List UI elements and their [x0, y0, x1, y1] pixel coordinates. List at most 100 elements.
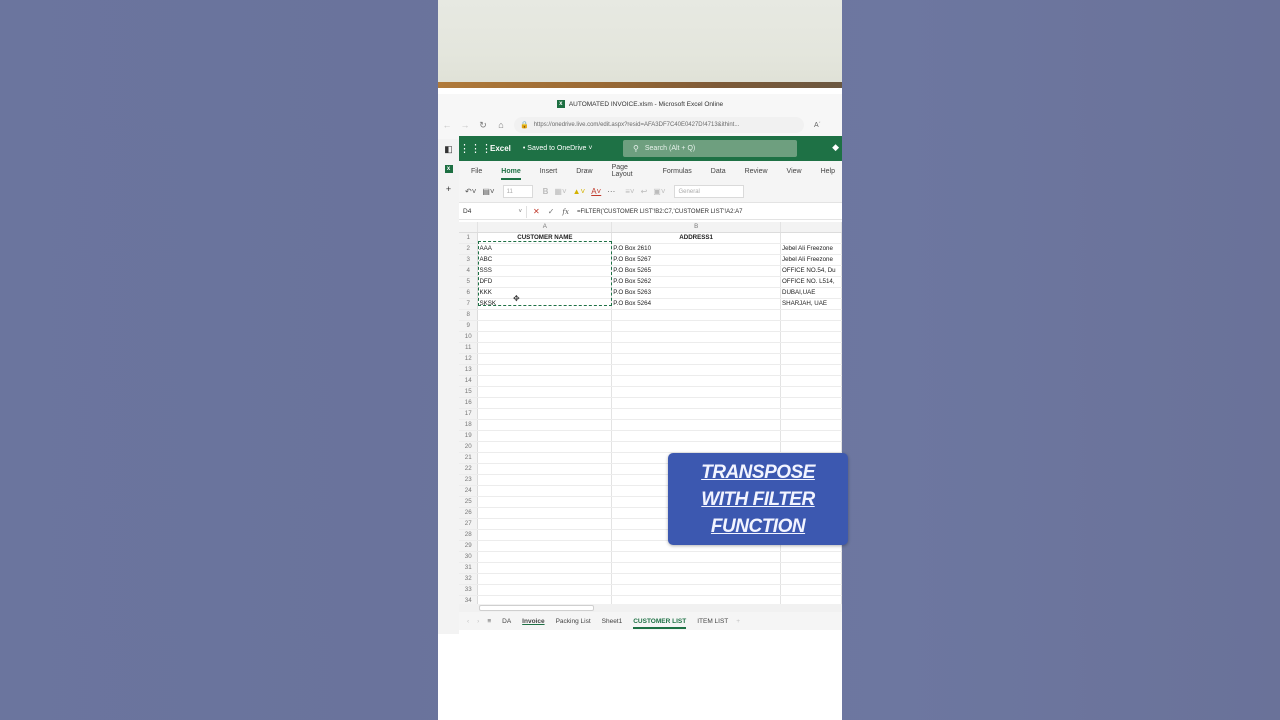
- data-cell[interactable]: Jebel Ali Freezone: [780, 243, 842, 255]
- empty-cell[interactable]: [477, 573, 613, 585]
- cell-table[interactable]: A B 1 CUSTOMER NAME ADDRESS1 2 AAA P.O Box 2610…: [459, 222, 842, 604]
- font-size-select[interactable]: 11: [502, 185, 533, 198]
- empty-cell[interactable]: [477, 584, 613, 596]
- row-header[interactable]: 33: [459, 584, 479, 596]
- empty-cell[interactable]: [477, 507, 613, 519]
- horizontal-scrollbar[interactable]: [459, 604, 842, 612]
- tab-panel-icon[interactable]: ◧: [438, 139, 459, 159]
- add-sheet-icon[interactable]: +: [736, 618, 740, 625]
- data-cell[interactable]: SKSK: [477, 298, 613, 310]
- confirm-icon[interactable]: ✓: [548, 207, 555, 216]
- empty-cell[interactable]: [477, 386, 613, 398]
- empty-cell[interactable]: [780, 397, 842, 409]
- row-header[interactable]: 16: [459, 397, 479, 409]
- row-header[interactable]: 11: [459, 342, 479, 354]
- font-color-icon[interactable]: A˅: [591, 187, 601, 196]
- forward-icon[interactable]: →: [456, 120, 474, 130]
- data-cell[interactable]: Jebel Ali Freezone: [780, 254, 842, 266]
- data-cell[interactable]: SSS: [477, 265, 613, 277]
- data-cell[interactable]: DUBAI,UAE: [780, 287, 842, 299]
- header-cell[interactable]: CUSTOMER NAME: [477, 232, 613, 244]
- empty-cell[interactable]: [477, 518, 613, 530]
- empty-cell[interactable]: [477, 485, 613, 497]
- premium-diamond-icon[interactable]: ◆: [832, 142, 839, 153]
- empty-cell[interactable]: [780, 573, 842, 585]
- empty-cell[interactable]: [611, 430, 781, 442]
- empty-cell[interactable]: [477, 320, 613, 332]
- row-header[interactable]: 7: [459, 298, 479, 310]
- tab-formulas[interactable]: Formulas: [663, 168, 692, 175]
- search-box[interactable]: ⚲ Search (Alt + Q): [623, 140, 797, 157]
- empty-cell[interactable]: [477, 375, 613, 387]
- empty-cell[interactable]: [780, 595, 842, 604]
- row-header[interactable]: 1: [459, 232, 479, 244]
- header-cell[interactable]: [780, 232, 842, 244]
- cancel-icon[interactable]: ✕: [533, 207, 540, 216]
- row-header[interactable]: 15: [459, 386, 479, 398]
- empty-cell[interactable]: [780, 353, 842, 365]
- address-bar[interactable]: 🔒 https://onedrive.live.com/edit.aspx?re…: [514, 117, 804, 133]
- home-icon[interactable]: ⌂: [492, 120, 510, 130]
- borders-icon[interactable]: ▦˅: [554, 187, 566, 196]
- tab-review[interactable]: Review: [745, 168, 768, 175]
- sheet-tab-invoice[interactable]: Invoice: [522, 618, 544, 625]
- sheet-tab-customer-list[interactable]: CUSTOMER LIST: [633, 618, 686, 629]
- empty-cell[interactable]: [477, 562, 613, 574]
- empty-cell[interactable]: [780, 562, 842, 574]
- undo-icon[interactable]: ↶˅: [465, 187, 476, 196]
- row-header[interactable]: 17: [459, 408, 479, 420]
- sheet-tab-packing-list[interactable]: Packing List: [556, 618, 591, 625]
- data-cell[interactable]: SHARJAH, UAE: [780, 298, 842, 310]
- empty-cell[interactable]: [611, 562, 781, 574]
- row-header[interactable]: 26: [459, 507, 479, 519]
- data-cell[interactable]: P.O Box 5264: [611, 298, 781, 310]
- empty-cell[interactable]: [780, 441, 842, 453]
- empty-cell[interactable]: [477, 342, 613, 354]
- empty-cell[interactable]: [780, 430, 842, 442]
- empty-cell[interactable]: [611, 364, 781, 376]
- row-header[interactable]: 25: [459, 496, 479, 508]
- empty-cell[interactable]: [477, 463, 613, 475]
- empty-cell[interactable]: [611, 353, 781, 365]
- data-cell[interactable]: P.O Box 5263: [611, 287, 781, 299]
- row-header[interactable]: 21: [459, 452, 479, 464]
- empty-cell[interactable]: [611, 595, 781, 604]
- empty-cell[interactable]: [780, 309, 842, 321]
- worksheet-grid[interactable]: A B 1 CUSTOMER NAME ADDRESS1 2 AAA P.O Box 2610…: [459, 222, 842, 604]
- empty-cell[interactable]: [477, 419, 613, 431]
- empty-cell[interactable]: [780, 584, 842, 596]
- data-cell[interactable]: AAA: [477, 243, 613, 255]
- empty-cell[interactable]: [477, 551, 613, 563]
- empty-cell[interactable]: [611, 584, 781, 596]
- app-name[interactable]: Excel: [490, 144, 511, 153]
- clipboard-icon[interactable]: ▤˅: [482, 187, 494, 196]
- sheet-tab-sheet1[interactable]: Sheet1: [602, 618, 623, 625]
- row-header[interactable]: 8: [459, 309, 479, 321]
- empty-cell[interactable]: [477, 397, 613, 409]
- row-header[interactable]: 6: [459, 287, 479, 299]
- saved-status[interactable]: • Saved to OneDrive ˅: [523, 145, 593, 152]
- column-header[interactable]: [780, 222, 842, 233]
- row-header[interactable]: 18: [459, 419, 479, 431]
- merge-icon[interactable]: ▣˅: [653, 187, 665, 196]
- tab-data[interactable]: Data: [711, 168, 726, 175]
- excel-tab-icon[interactable]: x: [438, 159, 459, 179]
- empty-cell[interactable]: [477, 540, 613, 552]
- row-header[interactable]: 22: [459, 463, 479, 475]
- empty-cell[interactable]: [611, 419, 781, 431]
- empty-cell[interactable]: [477, 452, 613, 464]
- data-cell[interactable]: P.O Box 5265: [611, 265, 781, 277]
- empty-cell[interactable]: [477, 430, 613, 442]
- empty-cell[interactable]: [611, 441, 781, 453]
- tab-help[interactable]: Help: [821, 168, 835, 175]
- more-options-icon[interactable]: ···: [607, 187, 615, 196]
- new-tab-icon[interactable]: +: [438, 179, 459, 199]
- row-header[interactable]: 5: [459, 276, 479, 288]
- data-cell[interactable]: KKK: [477, 287, 613, 299]
- row-header[interactable]: 9: [459, 320, 479, 332]
- row-header[interactable]: 13: [459, 364, 479, 376]
- empty-cell[interactable]: [780, 408, 842, 420]
- row-header[interactable]: 20: [459, 441, 479, 453]
- empty-cell[interactable]: [780, 320, 842, 332]
- data-cell[interactable]: P.O Box 2610: [611, 243, 781, 255]
